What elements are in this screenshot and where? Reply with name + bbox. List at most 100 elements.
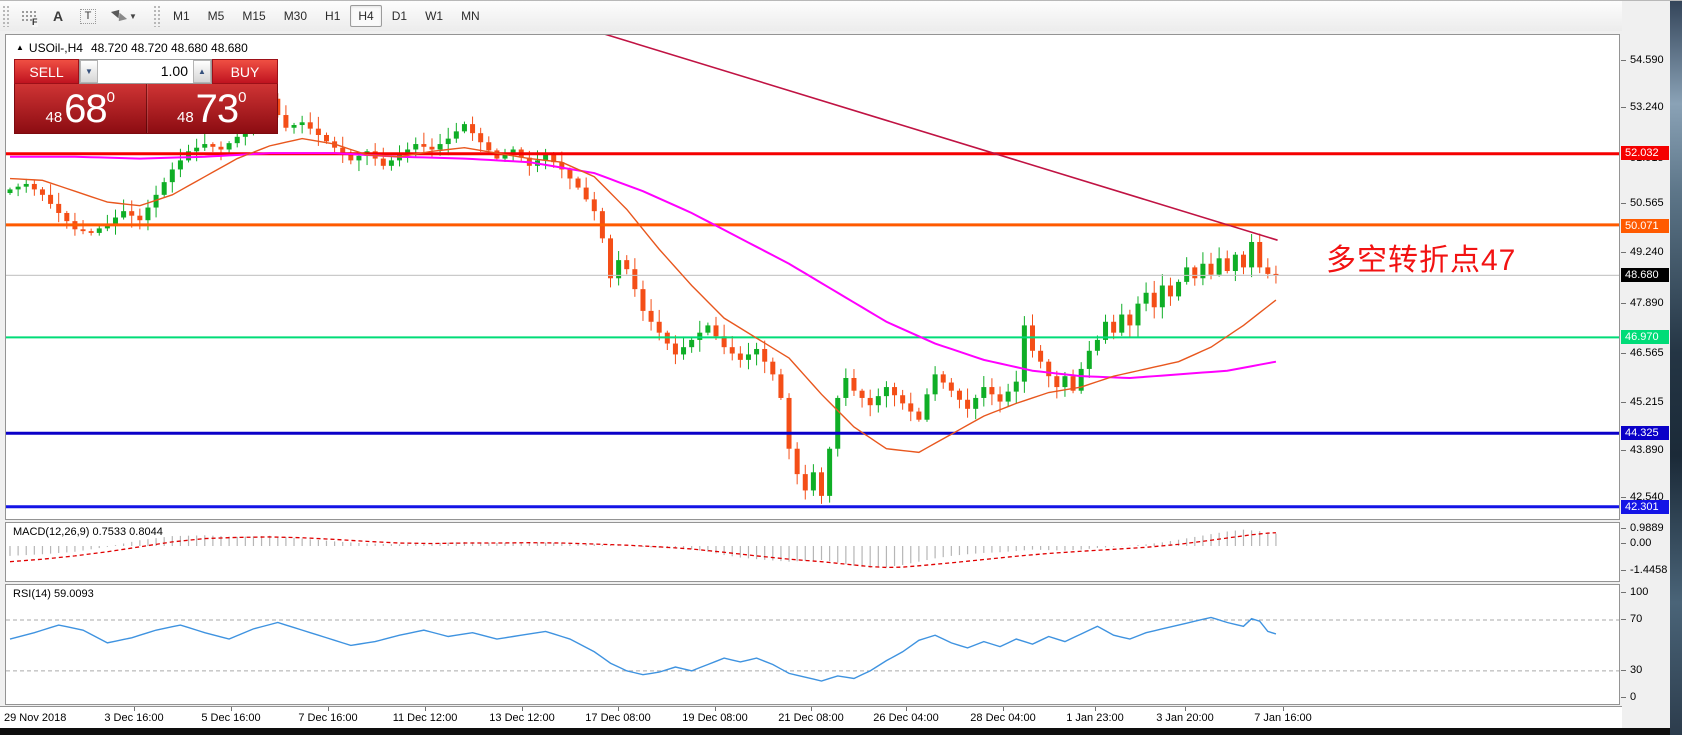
scale-tick-mark [1621,570,1626,571]
rsi-scale-tick: 0 [1630,691,1636,703]
price-tick-value: 47.890 [1630,297,1664,309]
price-tick: 46.565 [1630,347,1664,359]
time-label: 19 Dec 08:00 [682,712,747,724]
time-label: 3 Dec 16:00 [104,712,163,724]
text-label-icon-glyph: A [53,8,63,24]
buy-price[interactable]: 48 73 0 [147,84,278,133]
timeframe-button-W1[interactable]: W1 [417,5,451,27]
text-box-icon-glyph: T [80,9,97,24]
ohlc-values: 48.720 48.720 48.680 48.680 [91,41,248,55]
rsi-canvas[interactable] [6,585,1619,704]
price-tick: 49.240 [1630,246,1664,258]
macd-scale-tick: -1.4458 [1630,564,1667,576]
time-tick-mark [906,707,907,711]
buy-price-big: 73 [196,88,239,130]
volume-increase-button[interactable]: ▲ [193,60,211,83]
text-label-icon[interactable]: A [45,4,71,28]
time-label: 26 Dec 04:00 [873,712,938,724]
time-label: 28 Dec 04:00 [970,712,1035,724]
bid-ask-display: 48 68 0 48 73 0 [14,84,278,134]
time-label: 1 Jan 23:00 [1066,712,1124,724]
time-tick-mark [618,707,619,711]
macd-scale-tick: 0.00 [1630,537,1651,549]
scale-tick-mark [1621,592,1626,593]
time-tick-mark [328,707,329,711]
price-tick-value: 50.565 [1630,197,1664,209]
shapes-icon-glyph [111,8,127,24]
sell-button[interactable]: SELL [14,59,79,84]
grid-f-icon[interactable]: F [15,4,41,28]
symbol-name: USOil-,H4 [29,41,83,55]
time-tick-mark [715,707,716,711]
collapse-triangle-icon: ▲ [16,43,24,52]
main-chart-panel[interactable]: ▲ USOil-,H4 48.720 48.720 48.680 48.680 SE… [5,34,1620,520]
price-tick-value: 45.215 [1630,396,1664,408]
chart-annotation-text: 多空转折点47 [1326,235,1516,279]
scale-tick-mark [1621,107,1626,108]
time-label: 7 Dec 16:00 [298,712,357,724]
time-tick-mark [134,707,135,711]
timeframe-toolbar: M1M5M15M30H1H4D1W1MN [164,5,489,27]
rsi-panel[interactable]: RSI(14) 59.0093 [5,584,1620,705]
volume-decrease-button[interactable]: ▼ [80,60,98,83]
rsi-line [10,617,1276,681]
sell-price[interactable]: 48 68 0 [15,84,147,133]
chart-area: ▲ USOil-,H4 48.720 48.720 48.680 48.680 SE… [0,31,1682,735]
mt4-window: F A T ▼ M1M5M15M30H1H4D1W1MN ▲ USOil-,H4 4… [0,0,1682,735]
toolbar-grip-2[interactable] [153,5,160,27]
timeframe-button-M30[interactable]: M30 [276,5,315,27]
buy-price-sup: 0 [238,89,246,106]
price-tick: 50.565 [1630,197,1664,209]
price-tick-value: 54.590 [1630,54,1664,66]
scale-tick-mark [1621,402,1626,403]
price-tick-value: 43.890 [1630,444,1664,456]
time-axis[interactable]: 29 Nov 20183 Dec 16:005 Dec 16:007 Dec 1… [0,706,1622,729]
volume-input[interactable]: 1.00 [98,60,193,83]
price-tick: 43.890 [1630,444,1664,456]
price-level-badge: 48.680 [1621,268,1669,282]
scale-tick-mark [1621,203,1626,204]
text-box-icon[interactable]: T [75,4,101,28]
scale-tick-mark [1621,60,1626,61]
scale-tick-mark [1621,543,1626,544]
symbol-title: ▲ USOil-,H4 48.720 48.720 48.680 48.680 [16,41,248,55]
scale-tick-mark [1621,528,1626,529]
macd-panel[interactable]: MACD(12,26,9) 0.7533 0.8044 [5,522,1620,582]
price-tick: 47.890 [1630,297,1664,309]
price-tick-value: 53.240 [1630,101,1664,113]
timeframe-button-MN[interactable]: MN [453,5,488,27]
timeframe-button-D1[interactable]: D1 [384,5,415,27]
scale-tick-mark [1621,697,1626,698]
macd-scale-tick-value: 0.9889 [1630,522,1664,534]
timeframe-button-H4[interactable]: H4 [350,5,381,27]
macd-canvas[interactable] [6,523,1619,581]
scale-tick-mark [1621,450,1626,451]
scale-tick-mark [1621,670,1626,671]
time-label: 17 Dec 08:00 [585,712,650,724]
price-level-badge: 52.032 [1621,146,1669,160]
scale-tick-mark [1621,303,1626,304]
trendline [605,35,1278,240]
time-tick-mark [1185,707,1186,711]
macd-histogram [10,530,1276,568]
buy-button[interactable]: BUY [212,59,278,84]
time-label: 13 Dec 12:00 [489,712,554,724]
time-tick-mark [1095,707,1096,711]
chevron-down-icon: ▼ [129,12,137,21]
timeframe-button-H1[interactable]: H1 [317,5,348,27]
toolbar-grip[interactable] [2,5,9,27]
timeframe-button-M1[interactable]: M1 [165,5,198,27]
sell-price-sup: 0 [107,89,115,106]
time-tick-mark [811,707,812,711]
shapes-dropdown-icon[interactable]: ▼ [105,4,143,28]
price-tick-value: 49.240 [1630,246,1664,258]
grid-f-icon-glyph: F [21,10,36,23]
price-scale[interactable]: 54.59053.24051.91550.56549.24047.89046.5… [1622,1,1670,698]
timeframe-button-M15[interactable]: M15 [234,5,273,27]
macd-scale-tick: 0.9889 [1630,522,1664,534]
timeframe-button-M5[interactable]: M5 [200,5,233,27]
price-level-badge: 42.301 [1621,500,1669,514]
rsi-scale-tick-value: 30 [1630,664,1642,676]
rsi-scale-tick-value: 0 [1630,691,1636,703]
scale-tick-mark [1621,497,1626,498]
